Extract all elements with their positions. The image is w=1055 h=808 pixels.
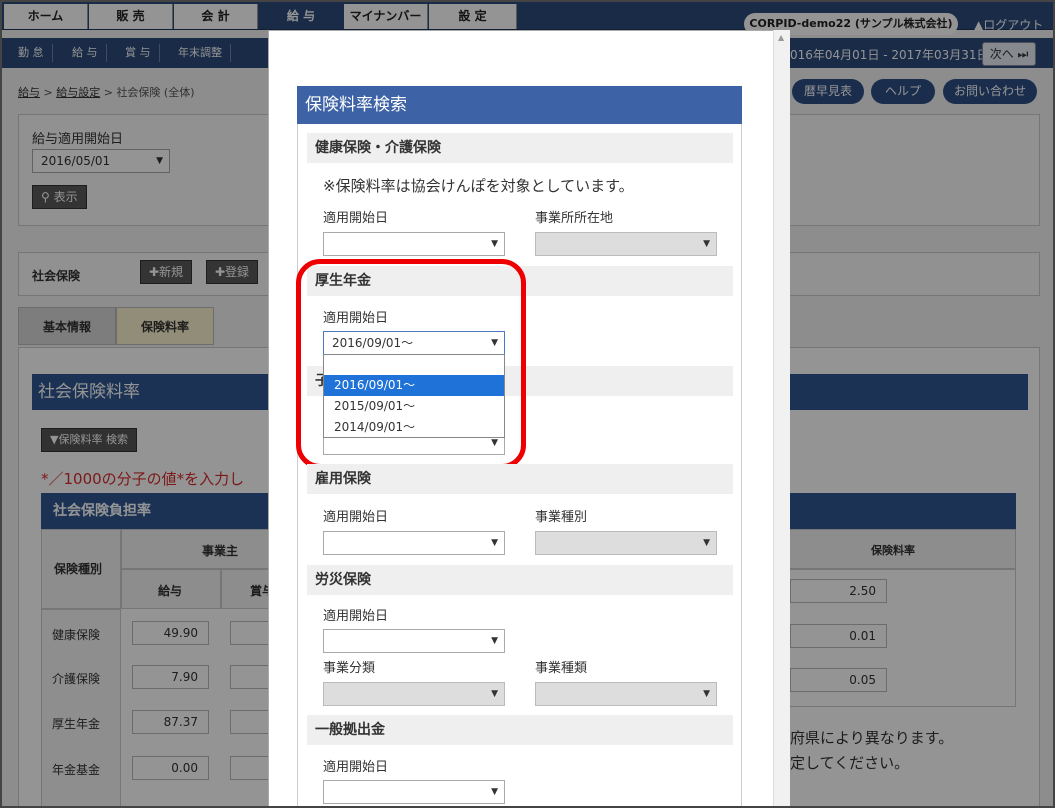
health-section-title: 健康保険・介護保険 [307,133,733,163]
employment-start-label: 適用開始日 [323,510,389,525]
employment-section-title: 雇用保険 [307,464,733,494]
health-note: ※保険料率は協会けんぽを対象としています。 [323,177,634,195]
accident-start-select[interactable]: ▼ [323,629,505,653]
health-start-select[interactable]: ▼ [323,232,505,256]
chevron-down-icon: ▼ [491,538,498,548]
accident-class-label: 事業分類 [323,661,376,676]
contribution-start-select[interactable]: ▼ [323,780,505,804]
contribution-start-label: 適用開始日 [323,760,389,775]
health-location-select: ▼ [535,232,717,256]
app-frame: ホーム 販 売 会 計 給 与 マイナンバー 設 定 勤 怠 給 与 賞 与 年… [0,0,1055,808]
accident-class-select: ▼ [323,682,505,706]
accident-kind-label: 事業種類 [535,661,588,676]
chevron-down-icon: ▼ [703,538,710,548]
health-start-label: 適用開始日 [323,211,389,226]
modal-scrollbar[interactable]: ▲ [773,30,790,806]
accident-section-title: 労災保険 [307,565,733,595]
contribution-section-title: 一般拠出金 [307,715,733,745]
chevron-down-icon: ▼ [703,689,710,699]
accident-start-label: 適用開始日 [323,609,389,624]
highlight-ring [296,259,526,469]
chevron-down-icon: ▼ [491,787,498,797]
employment-type-select: ▼ [535,531,717,555]
chevron-down-icon: ▼ [491,239,498,249]
health-location-label: 事業所所在地 [535,211,614,226]
employment-type-label: 事業種別 [535,510,588,525]
chevron-down-icon: ▼ [491,636,498,646]
modal-title: 保険料率検索 [297,86,742,124]
scroll-up-icon[interactable]: ▲ [778,33,784,42]
employment-start-select[interactable]: ▼ [323,531,505,555]
chevron-down-icon: ▼ [491,689,498,699]
accident-kind-select: ▼ [535,682,717,706]
chevron-down-icon: ▼ [703,239,710,249]
